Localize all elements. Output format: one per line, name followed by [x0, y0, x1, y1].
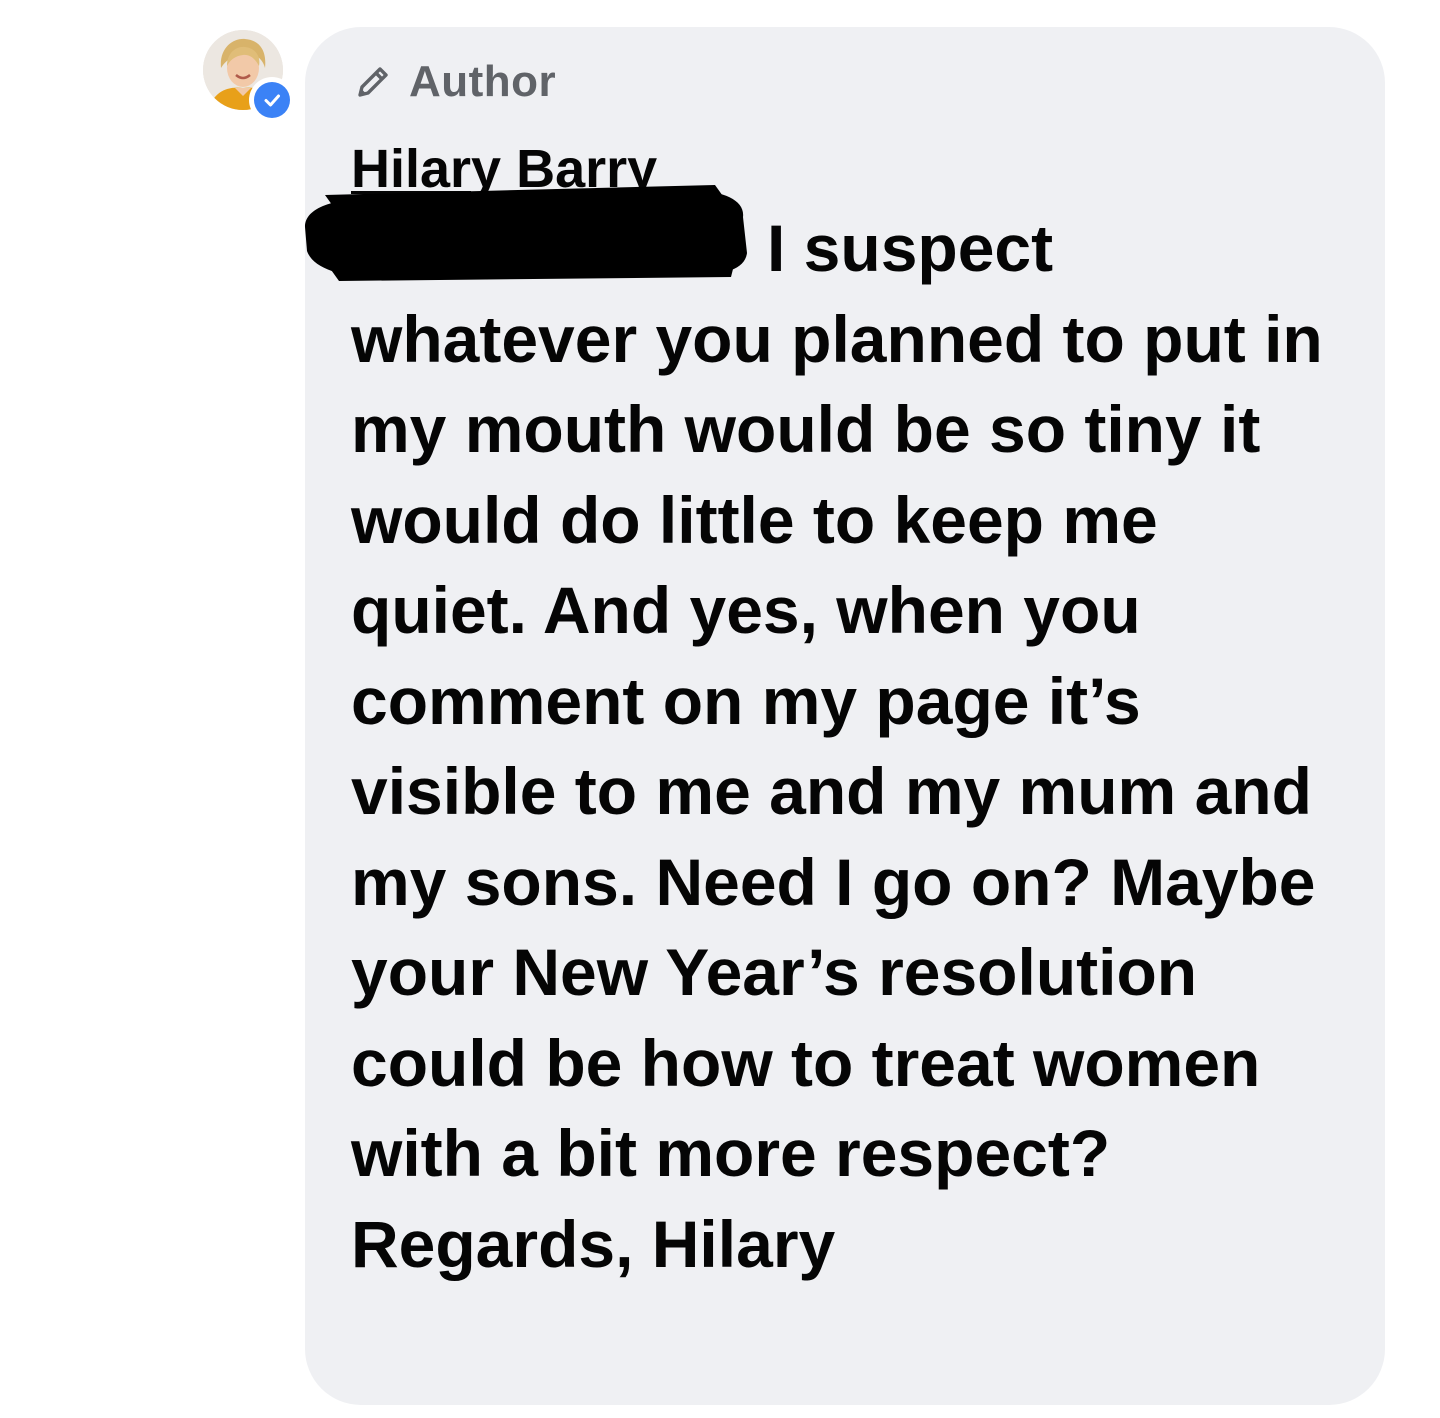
- verified-badge: [249, 77, 295, 123]
- comment-text: I suspect whatever you planned to put in…: [351, 211, 1323, 1281]
- verified-checkmark-icon: [254, 82, 290, 118]
- author-badge-label: Author: [409, 57, 557, 106]
- pencil-icon: [358, 67, 388, 97]
- comment-bubble: Author Hilary Barry I suspect whatever y…: [305, 27, 1385, 1405]
- comment-author-name[interactable]: Hilary Barry: [351, 137, 1345, 201]
- avatar-container[interactable]: [203, 30, 299, 126]
- redacted-mention: [305, 185, 753, 285]
- author-name-text[interactable]: Hilary Barry: [351, 139, 657, 199]
- comment-text-container: I suspect whatever you planned to put in…: [305, 185, 1345, 1289]
- author-badge: Author: [353, 53, 1345, 111]
